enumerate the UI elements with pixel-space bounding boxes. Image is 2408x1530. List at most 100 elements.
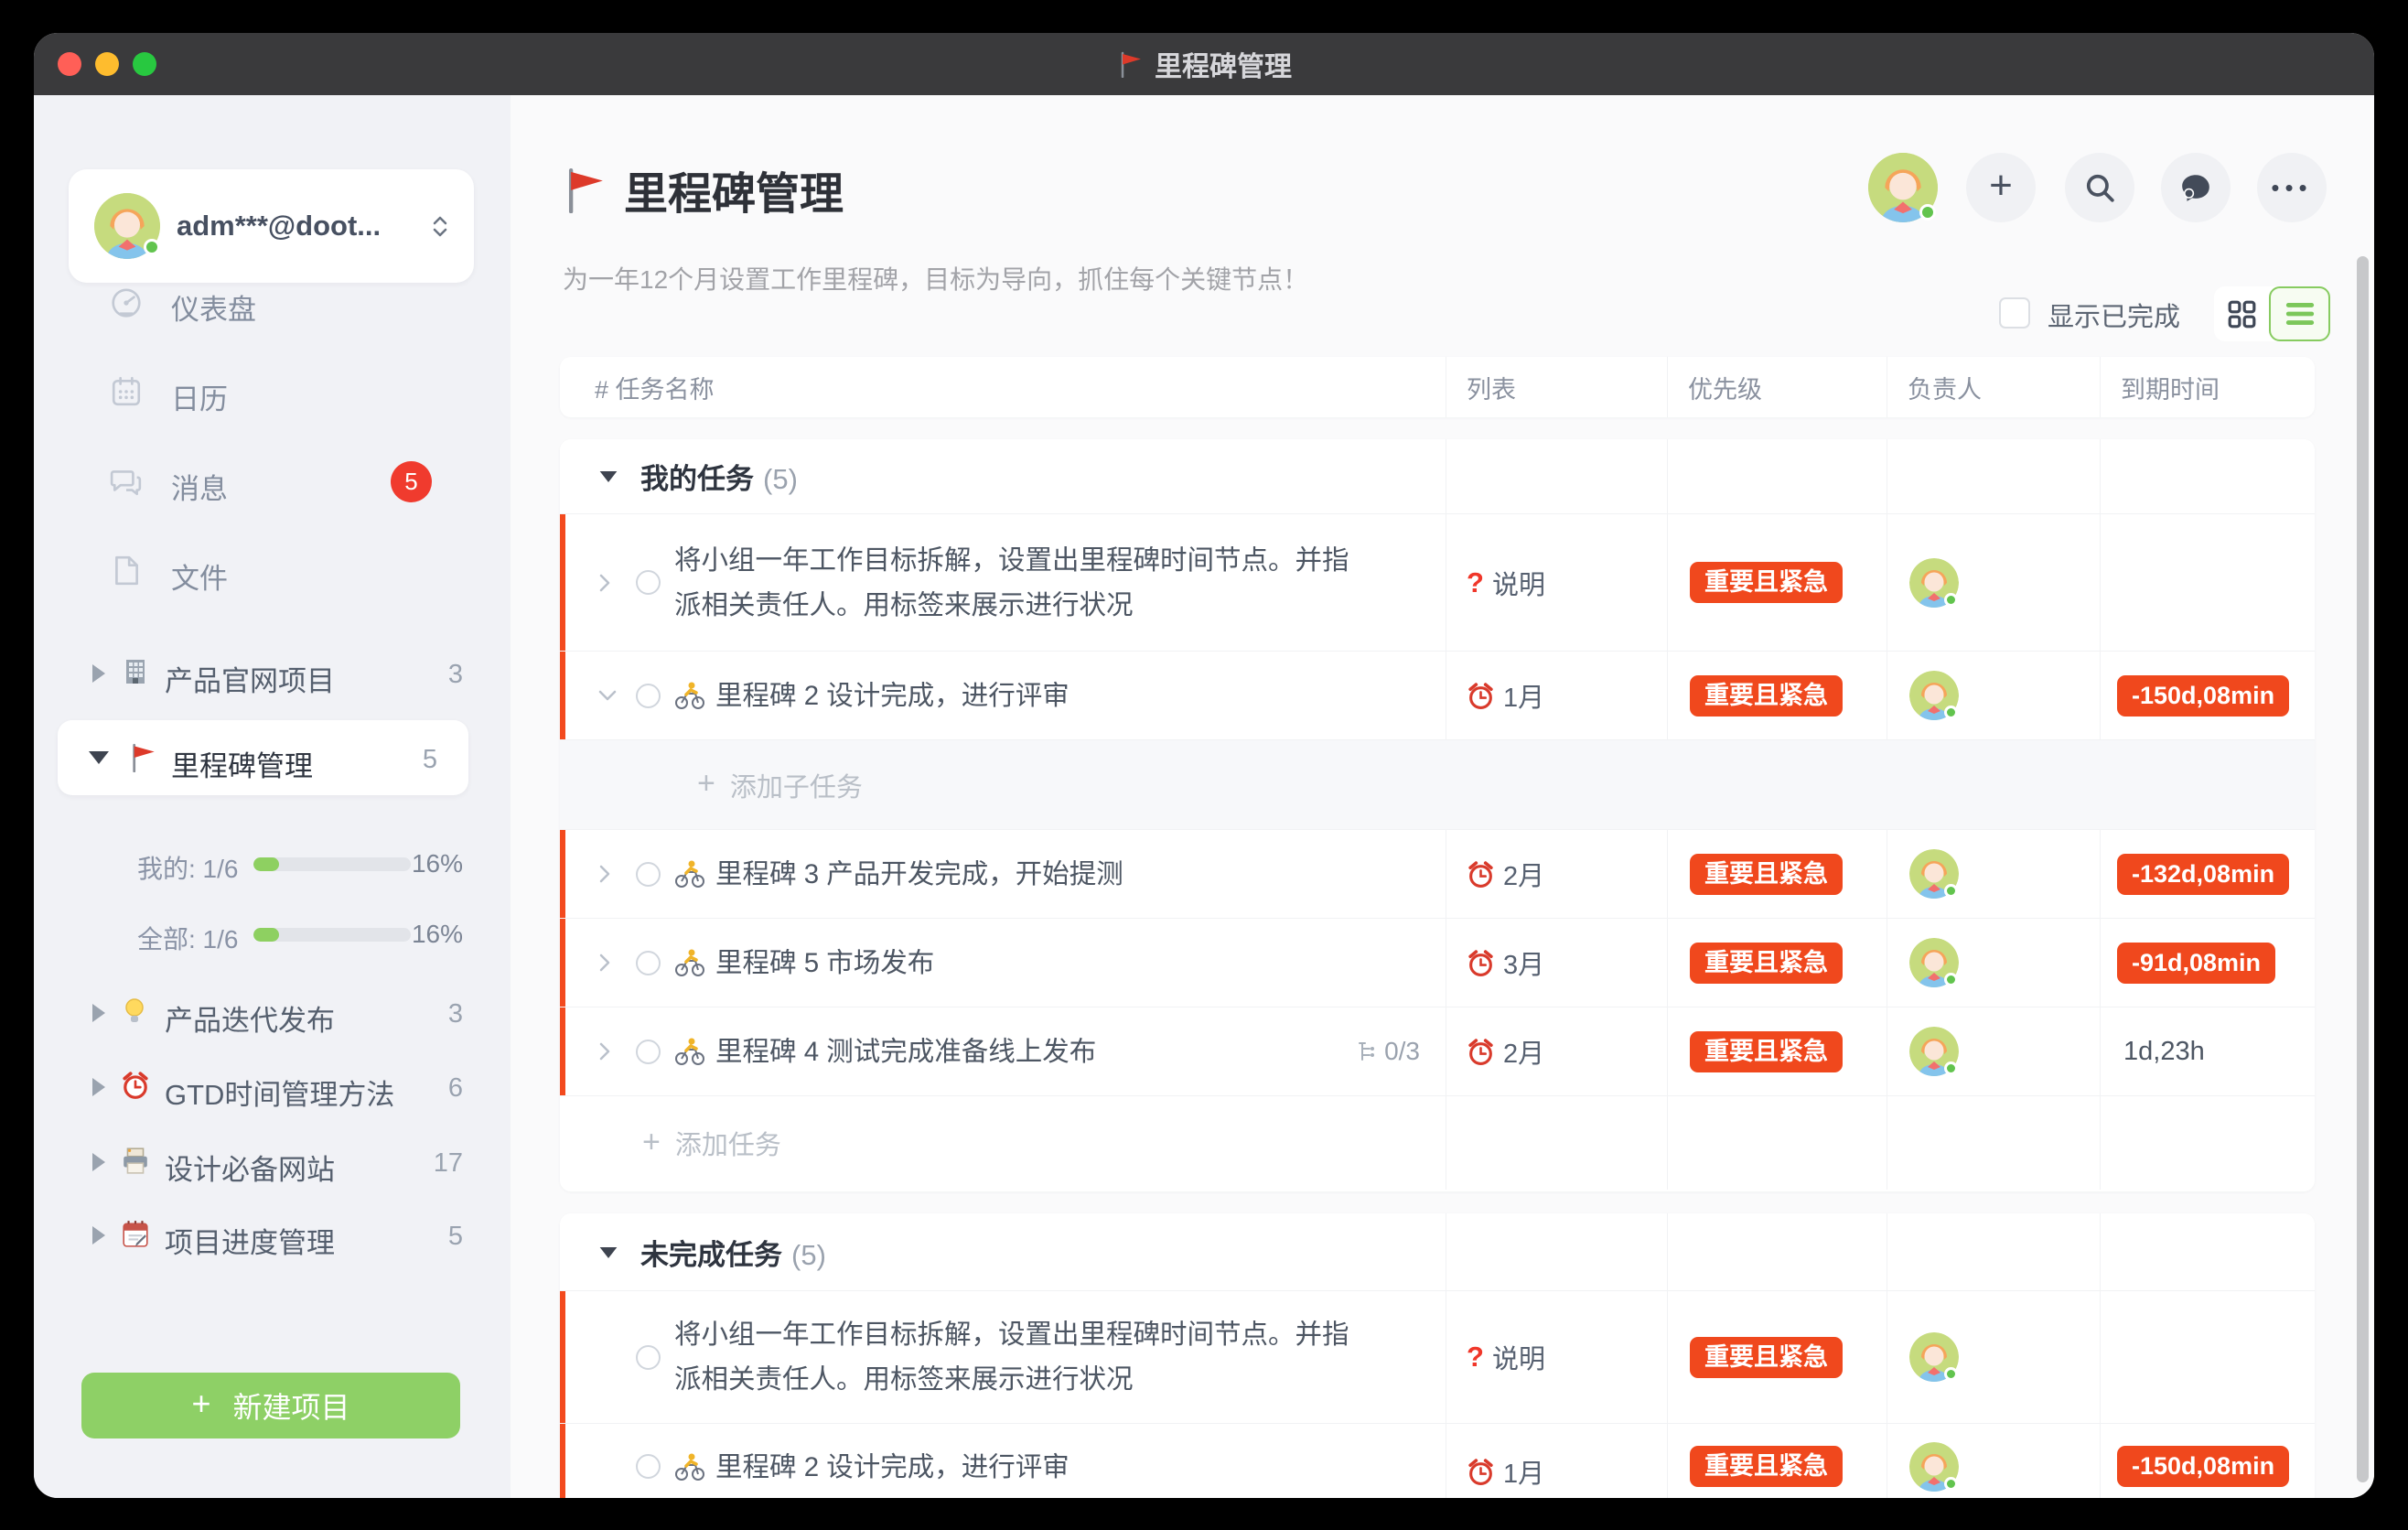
chevron-right-icon[interactable]	[598, 1042, 611, 1061]
sidebar-item-files[interactable]: 文件	[34, 544, 511, 598]
task-complete-checkbox[interactable]	[636, 862, 661, 887]
account-switcher[interactable]: adm***@doot...	[69, 169, 474, 283]
task-list: 1月	[1503, 1452, 1544, 1491]
sidebar-project-iteration[interactable]: 产品迭代发布 3	[34, 984, 511, 1042]
printer-emoji	[121, 1146, 150, 1175]
plus-icon: +	[1989, 166, 2013, 206]
add-subtask-button[interactable]: + 添加子任务	[697, 766, 863, 804]
task-row[interactable]: 里程碑 4 测试完成准备线上发布 0/3 2月 重要且紧急 1d,23h	[560, 1007, 2315, 1096]
minimize-window-button[interactable]	[95, 52, 119, 76]
list-view-button[interactable]	[2269, 286, 2330, 341]
task-row[interactable]: 里程碑 2 设计完成，进行评审 1月 重要且紧急 -150d,08min	[560, 652, 2315, 740]
task-list: 说明	[1492, 564, 1545, 602]
task-complete-checkbox[interactable]	[636, 1040, 661, 1064]
add-task-button[interactable]: + 添加任务	[642, 1124, 781, 1162]
subtask-tree-icon	[1357, 1041, 1377, 1061]
task-name[interactable]: 里程碑 4 测试完成准备线上发布	[715, 1029, 1096, 1074]
task-complete-checkbox[interactable]	[636, 1345, 661, 1370]
collapse-arrow-icon[interactable]	[600, 1247, 618, 1258]
expand-arrow-icon[interactable]	[92, 1078, 105, 1096]
sidebar-project-schedule[interactable]: 项目进度管理 5	[34, 1206, 511, 1265]
task-complete-checkbox[interactable]	[636, 1454, 661, 1479]
task-name[interactable]: 里程碑 5 市场发布	[715, 941, 934, 986]
grid-view-button[interactable]	[2214, 286, 2269, 341]
column-header-list[interactable]: 列表	[1446, 357, 1667, 417]
task-row[interactable]: 里程碑 3 产品开发完成，开始提测 2月 重要且紧急 -132d,08min	[560, 830, 2315, 919]
add-button[interactable]: +	[1966, 153, 2036, 222]
expand-arrow-icon[interactable]	[92, 1226, 105, 1244]
task-row[interactable]: 里程碑 2 设计完成，进行评审 1月 重要且紧急 -150d,08min	[560, 1424, 2315, 1498]
alarm-emoji	[121, 1071, 150, 1100]
expand-arrow-icon[interactable]	[92, 664, 105, 683]
task-row[interactable]: 里程碑 5 市场发布 3月 重要且紧急 -91d,08min	[560, 919, 2315, 1007]
chevron-updown-icon	[432, 216, 448, 237]
chevron-down-icon[interactable]	[598, 689, 617, 702]
chevron-right-icon[interactable]	[598, 865, 611, 883]
project-label: 产品迭代发布	[165, 997, 335, 1039]
chat-button[interactable]	[2161, 153, 2231, 222]
column-header-due[interactable]: 到期时间	[2100, 357, 2315, 417]
task-row[interactable]: 将小组一年工作目标拆解，设置出里程碑时间节点。并指派相关责任人。用标签来展示进行…	[560, 514, 2315, 652]
assignee-avatar[interactable]	[1909, 1027, 1959, 1076]
user-avatar-button[interactable]	[1868, 153, 1938, 222]
search-button[interactable]	[2065, 153, 2134, 222]
add-subtask-row[interactable]: + 添加子任务	[560, 740, 2315, 830]
cyclist-emoji	[674, 858, 705, 889]
ellipsis-icon: •••	[2271, 176, 2312, 199]
zoom-window-button[interactable]	[133, 52, 156, 76]
assignee-avatar[interactable]	[1909, 558, 1959, 608]
task-list: 3月	[1503, 943, 1544, 982]
group-header[interactable]: 我的任务(5)	[560, 439, 2315, 514]
sidebar-project-milestone-selected[interactable]: 里程碑管理 5	[58, 720, 468, 795]
assignee-avatar[interactable]	[1909, 849, 1959, 899]
close-window-button[interactable]	[58, 52, 81, 76]
sidebar-project-website[interactable]: 产品官网项目 3	[34, 644, 511, 703]
sidebar-project-design-sites[interactable]: 设计必备网站 17	[34, 1133, 511, 1191]
sidebar-item-label: 文件	[171, 555, 228, 597]
red-flag-icon	[560, 166, 607, 213]
show-completed-checkbox[interactable]	[1999, 297, 2030, 329]
project-label: 设计必备网站	[165, 1147, 335, 1188]
task-complete-checkbox[interactable]	[636, 951, 661, 975]
more-button[interactable]: •••	[2257, 153, 2327, 222]
sidebar-project-gtd[interactable]: GTD时间管理方法 6	[34, 1058, 511, 1116]
chevron-right-icon[interactable]	[598, 574, 611, 592]
priority-badge: 重要且紧急	[1690, 854, 1843, 895]
project-label: 里程碑管理	[171, 743, 313, 784]
page-title: 里程碑管理	[560, 157, 844, 221]
expand-arrow-icon[interactable]	[92, 1153, 105, 1171]
add-task-row[interactable]: + 添加任务	[560, 1096, 2315, 1190]
task-complete-checkbox[interactable]	[636, 684, 661, 708]
task-complete-checkbox[interactable]	[636, 570, 661, 595]
sidebar-item-messages[interactable]: 消息 5	[34, 454, 511, 509]
titlebar[interactable]: 里程碑管理	[34, 33, 2374, 95]
online-status-dot	[1919, 204, 1936, 221]
task-name[interactable]: 将小组一年工作目标拆解，设置出里程碑时间节点。并指派相关责任人。用标签来展示进行…	[674, 1312, 1356, 1402]
task-name[interactable]: 将小组一年工作目标拆解，设置出里程碑时间节点。并指派相关责任人。用标签来展示进行…	[674, 538, 1356, 628]
expand-arrow-icon[interactable]	[92, 1004, 105, 1022]
vertical-scrollbar[interactable]	[2357, 256, 2369, 1482]
assignee-avatar[interactable]	[1909, 671, 1959, 720]
collapse-arrow-icon[interactable]	[600, 471, 618, 482]
task-name[interactable]: 里程碑 2 设计完成，进行评审	[715, 673, 1070, 718]
alarm-emoji	[1467, 860, 1495, 889]
new-project-button[interactable]: + 新建项目	[81, 1373, 460, 1438]
sidebar-item-dashboard[interactable]: 仪表盘	[34, 275, 511, 329]
assignee-avatar[interactable]	[1909, 1332, 1959, 1382]
assignee-avatar[interactable]	[1909, 938, 1959, 987]
task-name[interactable]: 里程碑 2 设计完成，进行评审	[715, 1445, 1070, 1490]
sidebar-item-calendar[interactable]: 日历	[34, 364, 511, 419]
assignee-avatar[interactable]	[1909, 1442, 1959, 1492]
table-header: # 任务名称 列表 优先级 负责人 到期时间	[560, 357, 2315, 417]
column-header-name[interactable]: # 任务名称	[560, 357, 1446, 417]
collapse-arrow-icon[interactable]	[89, 751, 109, 764]
column-header-assignee[interactable]: 负责人	[1887, 357, 2100, 417]
main-content: 里程碑管理 为一年12个月设置工作里程碑，目标为导向，抓住每个关键节点！ + •…	[511, 95, 2374, 1498]
task-name[interactable]: 里程碑 3 产品开发完成，开始提测	[715, 852, 1123, 897]
group-header[interactable]: 未完成任务(5)	[560, 1213, 2315, 1291]
chevron-right-icon[interactable]	[598, 954, 611, 972]
task-row[interactable]: 将小组一年工作目标拆解，设置出里程碑时间节点。并指派相关责任人。用标签来展示进行…	[560, 1291, 2315, 1424]
alarm-emoji	[1467, 949, 1495, 977]
sidebar-item-label: 消息	[171, 466, 228, 507]
column-header-priority[interactable]: 优先级	[1667, 357, 1887, 417]
